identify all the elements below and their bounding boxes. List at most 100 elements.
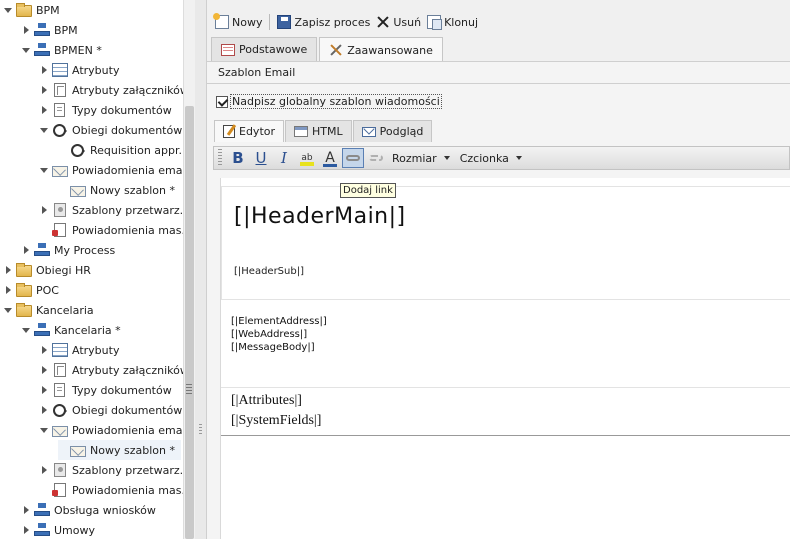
- expand-arrow-icon[interactable]: [22, 326, 30, 334]
- tree-node[interactable]: Atrybuty załączników: [40, 360, 183, 380]
- tree-node[interactable]: Powiadomienia mas...: [40, 480, 183, 500]
- tab-editor[interactable]: Edytor: [214, 120, 285, 142]
- expand-arrow-icon[interactable]: [40, 426, 48, 434]
- delete-button[interactable]: Usuń: [373, 11, 424, 33]
- collapse-arrow-icon[interactable]: [22, 506, 30, 514]
- tree-node-label: Obiegi HR: [36, 263, 91, 277]
- clone-button[interactable]: Klonuj: [424, 11, 481, 33]
- tree-node[interactable]: Powiadomienia email: [40, 160, 183, 180]
- tree-node[interactable]: Typy dokumentów: [40, 100, 172, 120]
- tree-node[interactable]: My Process: [22, 240, 115, 260]
- collapse-arrow-icon[interactable]: [40, 86, 48, 94]
- save-process-button[interactable]: Zapisz proces: [274, 11, 373, 33]
- tree-node-label: Nowy szablon *: [90, 443, 175, 457]
- tree-node-label: Kancelaria *: [54, 323, 121, 337]
- collapse-arrow-icon[interactable]: [40, 406, 48, 414]
- tree-node[interactable]: Typy dokumentów: [40, 380, 172, 400]
- expand-arrow-icon[interactable]: [4, 306, 12, 314]
- collapse-arrow-icon[interactable]: [40, 386, 48, 394]
- tree-node[interactable]: Obiegi HR: [4, 260, 91, 280]
- override-checkbox[interactable]: [216, 95, 228, 108]
- tree-node[interactable]: Requisition appr...: [58, 140, 183, 160]
- bold-button[interactable]: B: [227, 148, 249, 168]
- font-family-dropdown[interactable]: Czcionka: [460, 152, 522, 165]
- tree-node-label: Requisition appr...: [90, 143, 183, 157]
- tree-node[interactable]: Kancelaria *: [22, 320, 121, 340]
- settings-tabs: Podstawowe Zaawansowane: [211, 37, 445, 62]
- tree-node[interactable]: Powiadomienia mas...: [40, 220, 183, 240]
- tree-node[interactable]: Szablony przetwarz...: [40, 200, 183, 220]
- collapse-arrow-icon[interactable]: [40, 66, 48, 74]
- collapse-arrow-icon[interactable]: [22, 26, 30, 34]
- font-color-button[interactable]: A: [319, 148, 341, 168]
- expand-arrow-icon[interactable]: [22, 46, 30, 54]
- panel-splitter[interactable]: [195, 0, 207, 539]
- collapse-arrow-icon[interactable]: [22, 246, 30, 254]
- collapse-arrow-icon[interactable]: [40, 366, 48, 374]
- tab-preview[interactable]: Podgląd: [352, 120, 433, 142]
- folder-icon: [16, 3, 32, 17]
- collapse-arrow-icon[interactable]: [4, 286, 12, 294]
- tree-node[interactable]: BPMEN *: [22, 40, 102, 60]
- system-fields-placeholder: [|SystemFields|]: [231, 413, 322, 428]
- collapse-arrow-icon[interactable]: [22, 526, 30, 534]
- tree-node[interactable]: Umowy: [22, 520, 95, 539]
- tree-node-label: Typy dokumentów: [72, 103, 172, 117]
- tree-node[interactable]: Obiegi dokumentów: [40, 400, 182, 420]
- expand-arrow-icon[interactable]: [40, 126, 48, 134]
- collapse-arrow-icon[interactable]: [4, 266, 12, 274]
- tree-node[interactable]: POC: [4, 280, 59, 300]
- tree-node-label: Nowy szablon *: [90, 183, 175, 197]
- tree-node[interactable]: Atrybuty: [40, 60, 119, 80]
- tab-advanced[interactable]: Zaawansowane: [319, 37, 443, 62]
- document-icon: [54, 383, 65, 397]
- collapse-arrow-icon[interactable]: [40, 466, 48, 474]
- collapse-arrow-icon[interactable]: [40, 346, 48, 354]
- section-divider: [207, 83, 790, 84]
- tree-node[interactable]: Nowy szablon *: [58, 180, 175, 200]
- tree-node[interactable]: Atrybuty: [40, 340, 119, 360]
- tree-node[interactable]: BPM: [4, 0, 60, 20]
- tree-node-label: Atrybuty: [72, 343, 120, 357]
- tree-node[interactable]: Kancelaria: [4, 300, 94, 320]
- panel-splitter-grip-icon[interactable]: [199, 424, 202, 436]
- tree-scrollbar-thumb[interactable]: [185, 106, 194, 539]
- font-size-dropdown[interactable]: Rozmiar: [392, 152, 450, 165]
- tree-node-label: Atrybuty: [72, 63, 120, 77]
- italic-button[interactable]: I: [273, 148, 295, 168]
- element-address-placeholder: [|ElementAddress|]: [231, 316, 327, 327]
- highlight-button[interactable]: ab: [296, 148, 318, 168]
- add-link-button[interactable]: [342, 148, 364, 168]
- tree-node-label: Szablony przetwarz...: [72, 203, 183, 217]
- tree-node[interactable]: Obsługa wniosków: [22, 500, 156, 520]
- add-link-tooltip: Dodaj link: [340, 183, 396, 198]
- tree-node-label: BPM: [54, 23, 78, 37]
- toolbar-grip-icon[interactable]: [218, 149, 222, 167]
- splitter-grip-icon[interactable]: [186, 384, 192, 394]
- tree-node[interactable]: Obiegi dokumentów: [40, 120, 182, 140]
- collapse-arrow-icon[interactable]: [40, 206, 48, 214]
- edit-icon: [223, 125, 235, 138]
- underline-button[interactable]: U: [250, 148, 272, 168]
- tree-node[interactable]: Nowy szablon *: [58, 440, 181, 460]
- override-checkbox-label[interactable]: Nadpisz globalny szablon wiadomości: [230, 94, 442, 109]
- expand-arrow-icon[interactable]: [40, 166, 48, 174]
- tree-node-label: Kancelaria: [36, 303, 94, 317]
- expand-arrow-icon[interactable]: [4, 6, 12, 14]
- tree-node[interactable]: Szablony przetwarz...: [40, 460, 183, 480]
- remove-link-button[interactable]: [365, 148, 387, 168]
- tree-node[interactable]: Powiadomienia email: [40, 420, 183, 440]
- tree-node[interactable]: Atrybuty załączników: [40, 80, 183, 100]
- system-block: [|Attributes|] [|SystemFields|]: [221, 388, 790, 436]
- override-global-template-option[interactable]: Nadpisz globalny szablon wiadomości: [216, 94, 442, 109]
- collapse-arrow-icon[interactable]: [40, 106, 48, 114]
- tab-html[interactable]: HTML: [285, 120, 352, 142]
- template-editor-area[interactable]: [|HeaderMain|] [|HeaderSub|] [|ElementAd…: [220, 178, 790, 539]
- cycle-icon: [71, 143, 85, 157]
- notify-icon: [52, 223, 66, 237]
- tab-basic[interactable]: Podstawowe: [211, 37, 318, 61]
- tree-node[interactable]: BPM: [22, 20, 78, 40]
- tab-basic-label: Podstawowe: [239, 43, 308, 56]
- new-button[interactable]: Nowy: [212, 11, 265, 33]
